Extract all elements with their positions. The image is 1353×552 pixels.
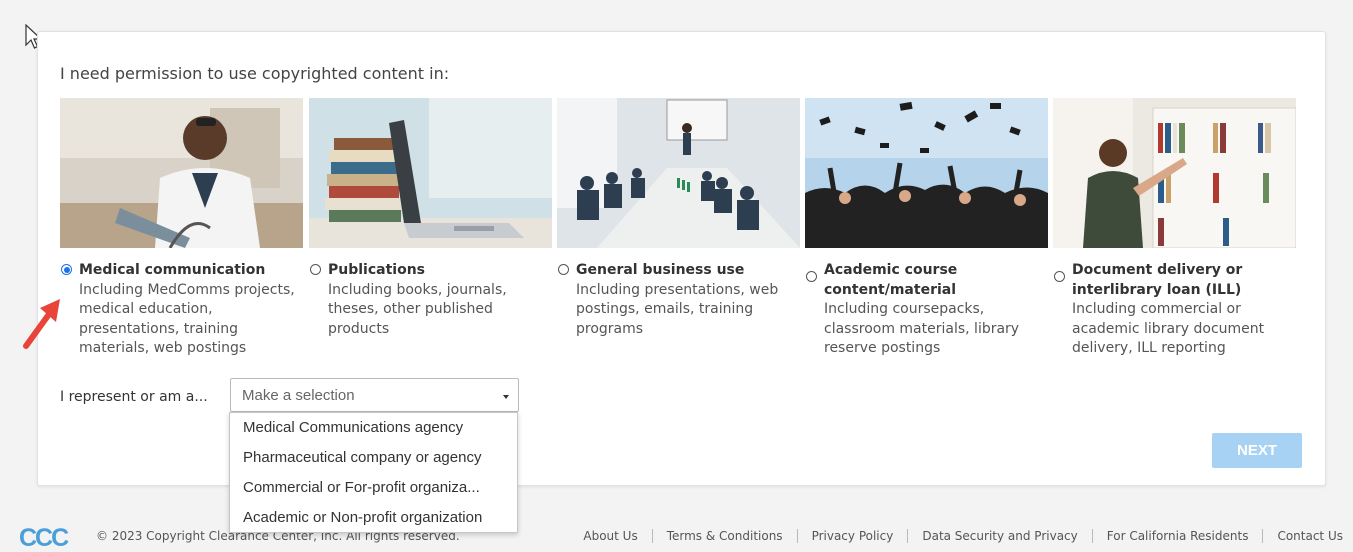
conference-room-image[interactable] [557, 98, 800, 248]
red-arrow-annotation-icon [23, 299, 60, 349]
dropdown-option[interactable]: Academic or Non-profit organization [230, 503, 517, 533]
option-description: Including presentations, web postings, e… [576, 281, 779, 337]
graduation-caps-image[interactable] [805, 98, 1048, 248]
option-description: Including books, journals, theses, other… [328, 281, 507, 337]
option-description: Including coursepacks, classroom materia… [824, 301, 1020, 356]
option-academic-course[interactable]: Academic course content/material Includi… [805, 98, 1048, 359]
page-heading: I need permission to use copyrighted con… [60, 64, 450, 83]
caret-down-icon [503, 395, 509, 399]
represent-label: I represent or am a... [60, 389, 208, 405]
option-description: Including MedComms projects, medical edu… [79, 281, 295, 357]
radio-publications[interactable] [310, 264, 321, 275]
radio-medical-communication[interactable] [61, 264, 72, 275]
footer-link-data-security[interactable]: Data Security and Privacy [907, 529, 1091, 543]
footer-link-california-residents[interactable]: For California Residents [1091, 529, 1263, 543]
footer: CCC © 2023 Copyright Clearance Center, I… [0, 522, 1353, 552]
dropdown-option[interactable]: Commercial or For-profit organiza... [230, 473, 517, 503]
radio-academic-course[interactable] [806, 271, 817, 282]
footer-link-terms[interactable]: Terms & Conditions [651, 529, 797, 543]
option-publications[interactable]: Publications Including books, journals, … [309, 98, 552, 339]
radio-general-business-use[interactable] [558, 264, 569, 275]
option-description: Including commercial or academic library… [1072, 301, 1265, 356]
option-document-delivery[interactable]: Document delivery or interlibrary loan (… [1053, 98, 1296, 359]
ccc-logo: CCC [19, 525, 71, 549]
next-button[interactable]: NEXT [1212, 433, 1302, 468]
dropdown-option[interactable]: Medical Communications agency [230, 413, 517, 443]
footer-link-contact-us[interactable]: Contact Us [1262, 529, 1343, 543]
option-title: Publications [328, 262, 426, 278]
radio-document-delivery[interactable] [1054, 271, 1065, 282]
footer-link-about-us[interactable]: About Us [569, 529, 651, 543]
footer-links: About Us Terms & Conditions Privacy Poli… [569, 529, 1343, 543]
option-title: Document delivery or interlibrary loan (… [1072, 262, 1243, 298]
option-medical-communication[interactable]: Medical communication Including MedComms… [60, 98, 303, 359]
option-title: Academic course content/material [824, 262, 958, 298]
doctor-with-tablet-image[interactable] [60, 98, 303, 248]
footer-link-privacy-policy[interactable]: Privacy Policy [796, 529, 908, 543]
option-title: Medical communication [79, 262, 266, 278]
select-placeholder: Make a selection [242, 387, 355, 404]
represent-dropdown-menu: Medical Communications agency Pharmaceut… [229, 412, 518, 533]
library-shelves-image[interactable] [1053, 98, 1296, 248]
option-general-business-use[interactable]: General business use Including presentat… [557, 98, 800, 339]
option-title: General business use [576, 262, 745, 278]
dropdown-option[interactable]: Pharmaceutical company or agency [230, 443, 517, 473]
books-and-laptop-image[interactable] [309, 98, 552, 248]
logo-text: CCC [19, 525, 69, 549]
represent-select[interactable]: Make a selection [230, 378, 519, 412]
